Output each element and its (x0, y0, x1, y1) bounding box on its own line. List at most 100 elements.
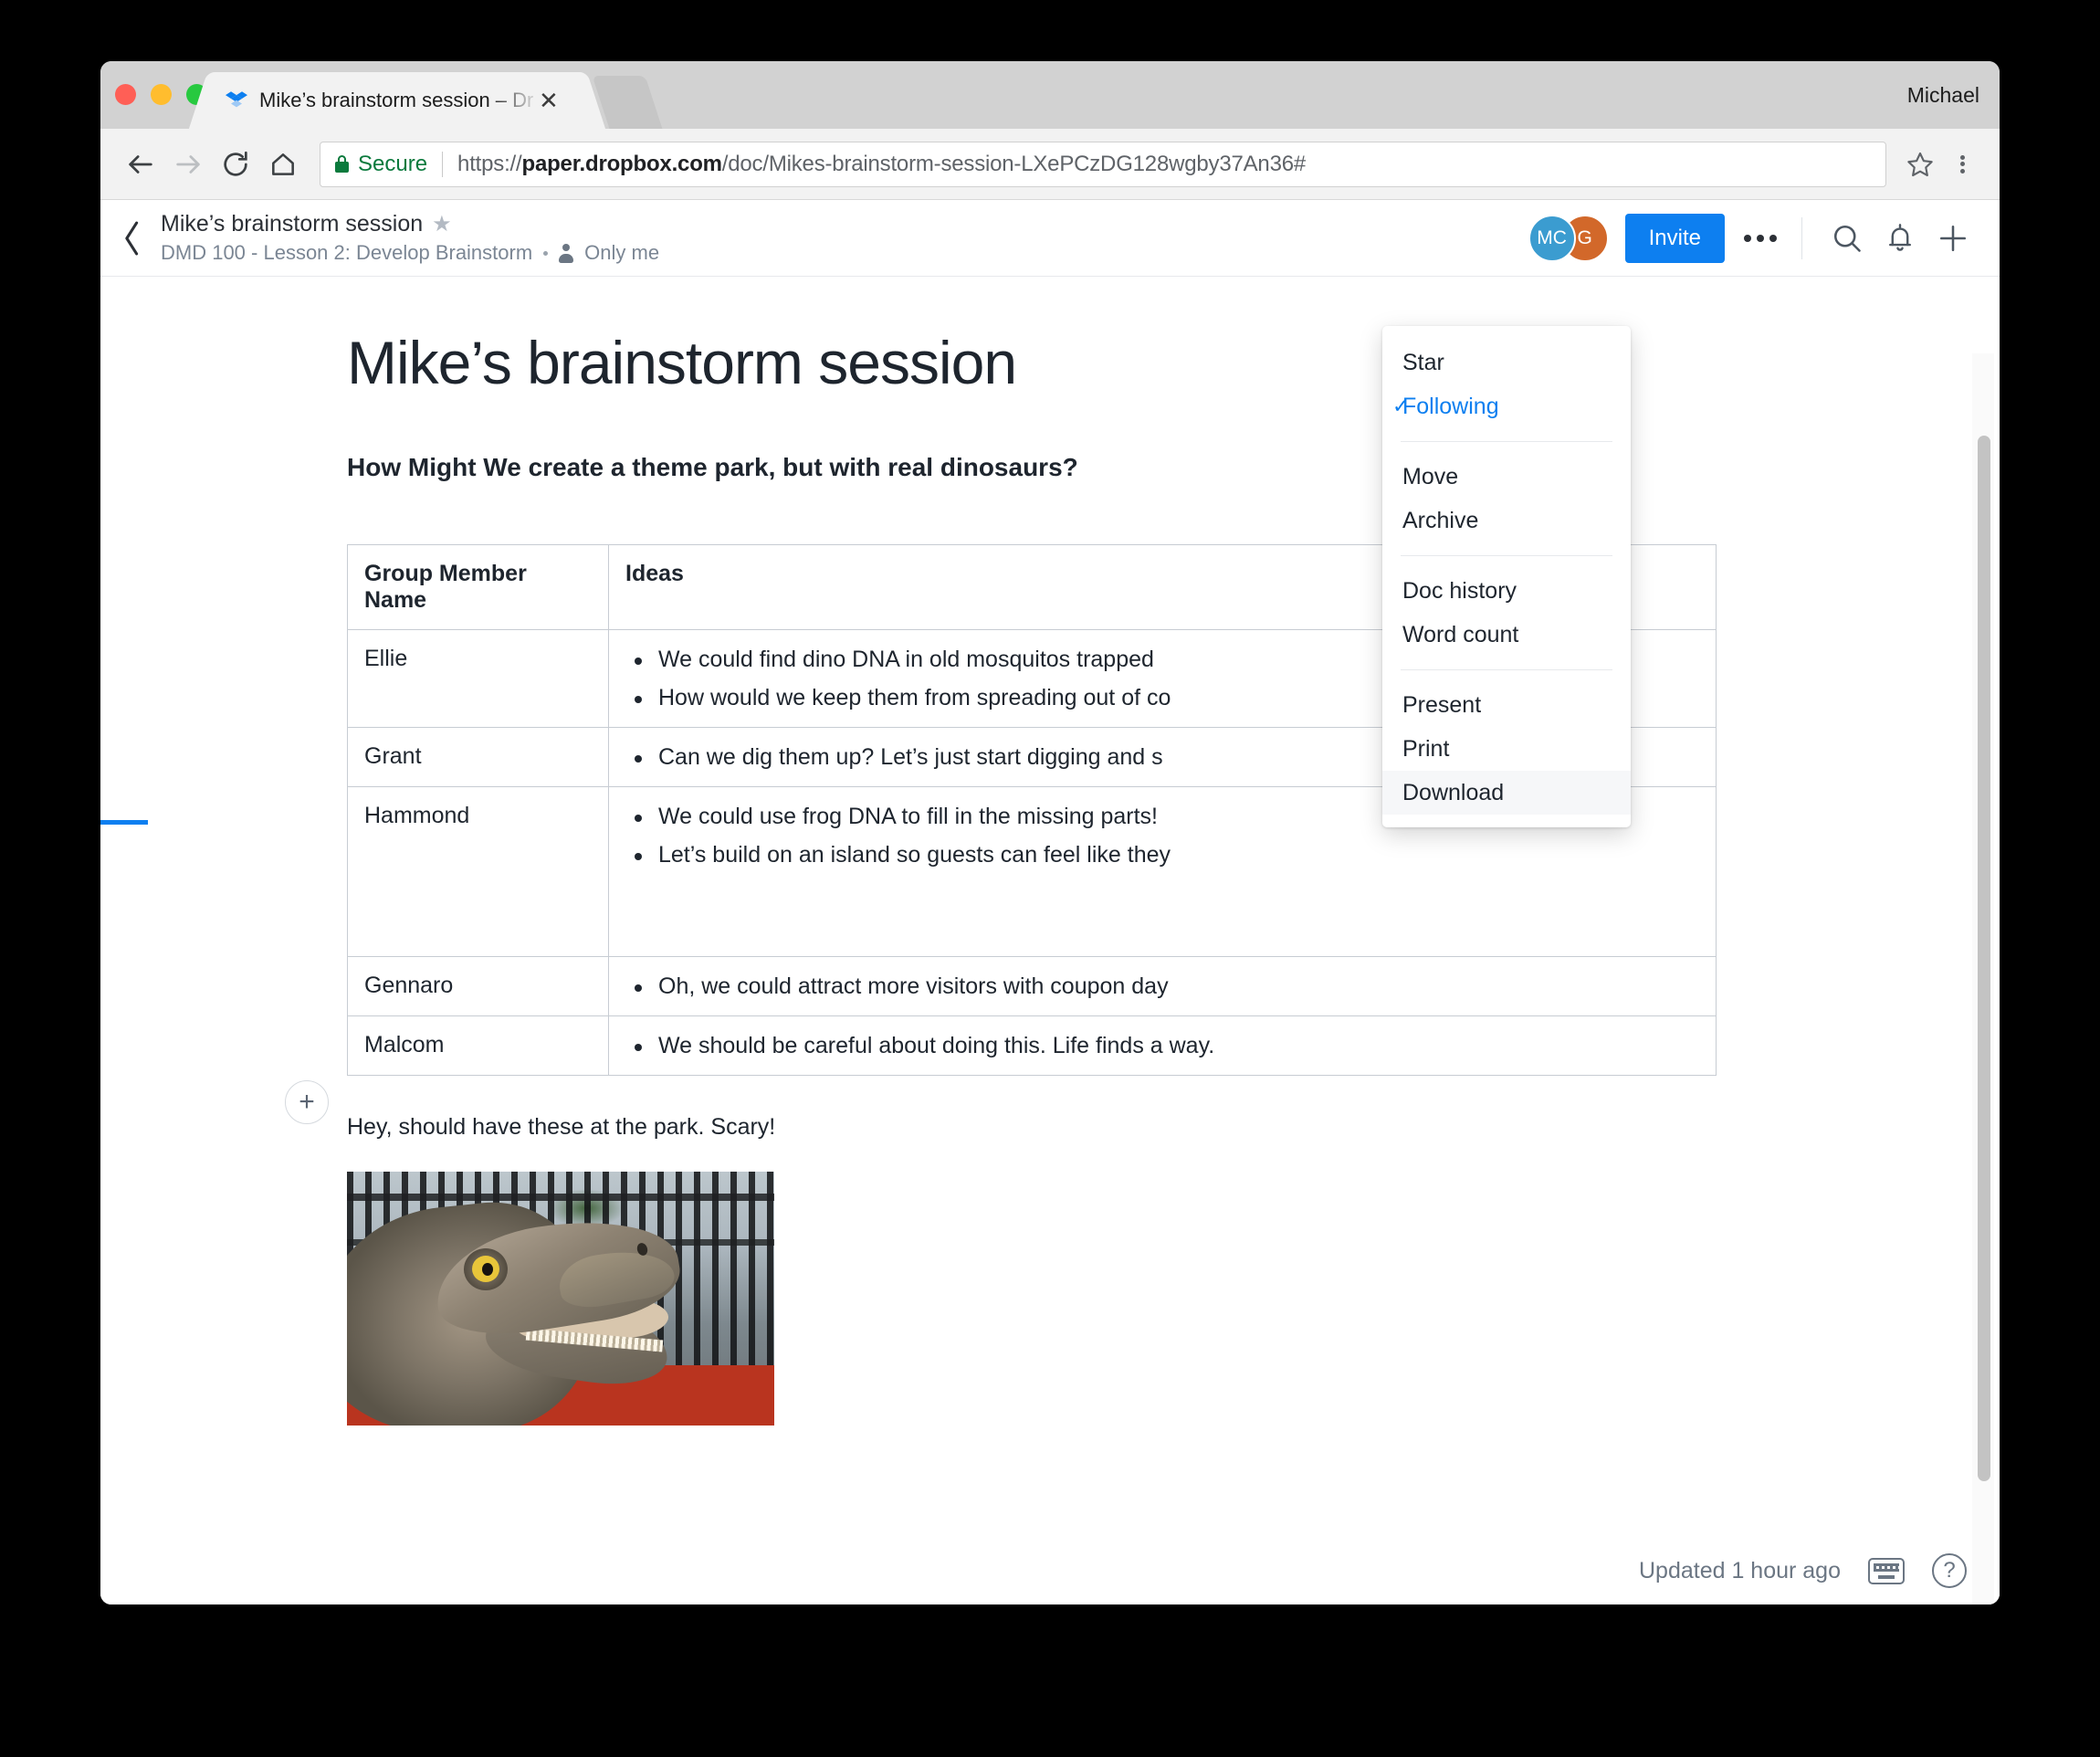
star-outline-icon[interactable] (1899, 143, 1941, 185)
last-updated-label: Updated 1 hour ago (1638, 1557, 1841, 1583)
table-column-header: Group Member Name (347, 543, 609, 630)
star-icon[interactable]: ★ (432, 213, 452, 236)
menu-item-print[interactable]: Print (1382, 727, 1631, 771)
person-icon (559, 243, 574, 263)
menu-item-label: Word count (1402, 621, 1519, 647)
more-options-button[interactable] (1734, 214, 1787, 263)
invite-button[interactable]: Invite (1624, 213, 1725, 263)
doc-breadcrumb: DMD 100 - Lesson 2: Develop Brainstorm O… (161, 241, 659, 265)
menu-item-label: Following (1402, 393, 1499, 419)
url-path: /doc/Mikes-brainstorm-session-LXePCzDG12… (721, 151, 1307, 176)
page-title[interactable]: Mike’s brainstorm session (347, 330, 2000, 396)
browser-tab-active[interactable]: Mike’s brainstorm session – Dro ✕ (210, 72, 584, 129)
close-icon[interactable]: ✕ (539, 89, 559, 112)
document-body: Mike’s brainstorm session How Might We c… (100, 277, 2000, 1426)
address-bar[interactable]: Secure https://paper.dropbox.com/doc/Mik… (320, 141, 1886, 187)
edge-marker (100, 820, 148, 825)
doc-title[interactable]: Mike’s brainstorm session (161, 211, 423, 237)
lock-icon (335, 155, 349, 173)
avatar-group: MC G (1528, 214, 1609, 262)
insert-content-button[interactable]: + (285, 1080, 329, 1124)
column-header-label: Group Member Name (364, 560, 527, 613)
divider (1801, 216, 1802, 259)
security-label: Secure (358, 151, 428, 176)
menu-item-star[interactable]: Star (1382, 341, 1631, 384)
menu-item-download[interactable]: Download (1382, 771, 1631, 815)
table-row[interactable]: Malcom We should be careful about doing t… (347, 1015, 1717, 1076)
table-cell-name[interactable]: Gennaro (347, 955, 609, 1016)
doc-header: Mike’s brainstorm session ★ DMD 100 - Le… (100, 200, 2000, 277)
idea-item: We should be careful about doing this. L… (625, 1032, 1697, 1059)
minimize-window-button[interactable] (151, 84, 172, 105)
kebab-menu-icon[interactable] (1941, 143, 1983, 185)
more-options-menu[interactable]: Star ✓ Following Move Archive Doc history Word… (1382, 326, 1631, 827)
menu-item-present[interactable]: Present (1382, 683, 1631, 727)
back-chevron-icon[interactable] (113, 220, 152, 257)
menu-item-label: Download (1402, 779, 1505, 805)
browser-toolbar: Secure https://paper.dropbox.com/doc/Mik… (100, 129, 2000, 200)
member-name: Hammond (364, 802, 470, 828)
menu-item-label: Star (1402, 349, 1444, 375)
divider (442, 151, 444, 177)
browser-window: Mike’s brainstorm session – Dro ✕ Michae… (100, 61, 2000, 1604)
paper-app: Mike’s brainstorm session ★ DMD 100 - Le… (100, 200, 2000, 1604)
menu-separator (1401, 669, 1612, 670)
idea-list: Oh, we could attract more visitors with … (625, 973, 1697, 1000)
sharing-status[interactable]: Only me (584, 241, 659, 265)
menu-item-archive[interactable]: Archive (1382, 499, 1631, 542)
folder-name[interactable]: DMD 100 - Lesson 2: Develop Brainstorm (161, 241, 532, 265)
menu-item-label: Present (1402, 691, 1482, 718)
member-name: Gennaro (364, 972, 454, 998)
search-icon[interactable] (1821, 212, 1874, 265)
table-cell-ideas[interactable]: Oh, we could attract more visitors with … (608, 955, 1717, 1016)
browser-tab-title: Mike’s brainstorm session – Dro (259, 89, 533, 111)
table-row[interactable]: Gennaro Oh, we could attract more visitor… (347, 955, 1717, 1016)
menu-item-word-count[interactable]: Word count (1382, 613, 1631, 657)
url-host: paper.dropbox.com (521, 151, 722, 176)
keyboard-shortcuts-icon[interactable] (1868, 1557, 1905, 1584)
table-cell-name[interactable]: Malcom (347, 1015, 609, 1076)
member-name: Grant (364, 742, 422, 769)
plus-icon[interactable] (1927, 212, 1979, 265)
table-cell-ideas[interactable]: We should be careful about doing this. L… (608, 1015, 1717, 1076)
reload-icon[interactable] (212, 141, 259, 188)
forward-arrow-icon (164, 141, 212, 188)
menu-item-label: Archive (1402, 507, 1479, 533)
table-cell-name[interactable]: Ellie (347, 628, 609, 728)
doc-status-bar: Updated 1 hour ago ? (1639, 1553, 1967, 1588)
menu-item-move[interactable]: Move (1382, 455, 1631, 499)
menu-item-following[interactable]: ✓ Following (1382, 384, 1631, 428)
dino-pupil (482, 1262, 493, 1276)
doc-title-row: Mike’s brainstorm session ★ (161, 211, 659, 237)
browser-tabstrip: Mike’s brainstorm session – Dro ✕ Michae… (100, 61, 2000, 129)
menu-separator (1401, 555, 1612, 556)
home-icon[interactable] (259, 141, 307, 188)
dinosaur-photo[interactable] (347, 1171, 774, 1426)
dropbox-favicon (225, 89, 248, 112)
vertical-scrollbar[interactable] (1972, 353, 1994, 1604)
document-canvas[interactable]: Mike’s brainstorm session How Might We c… (100, 277, 2000, 1604)
menu-item-label: Move (1402, 463, 1459, 489)
member-name: Malcom (364, 1031, 445, 1057)
close-window-button[interactable] (115, 84, 136, 105)
scrollbar-thumb[interactable] (1978, 436, 1990, 1481)
table-cell-name[interactable]: Grant (347, 726, 609, 787)
idea-item: Let’s build on an island so guests can f… (625, 841, 1697, 868)
avatar[interactable]: MC (1528, 214, 1576, 262)
window-traffic-lights (115, 84, 207, 105)
check-icon: ✓ (1392, 395, 1410, 417)
image-caption[interactable]: Hey, should have these at the park. Scar… (347, 1114, 2000, 1141)
idea-list: We should be careful about doing this. L… (625, 1032, 1697, 1059)
member-name: Ellie (364, 645, 408, 671)
window-user-label[interactable]: Michael (1907, 83, 1979, 108)
menu-separator (1401, 441, 1612, 442)
table-cell-name[interactable]: Hammond (347, 785, 609, 957)
back-arrow-icon[interactable] (117, 141, 164, 188)
doc-meta: Mike’s brainstorm session ★ DMD 100 - Le… (161, 211, 659, 265)
url-scheme: https:// (457, 151, 522, 176)
doc-header-actions: MC G Invite (1528, 212, 2000, 265)
menu-item-doc-history[interactable]: Doc history (1382, 569, 1631, 613)
bell-icon[interactable] (1874, 212, 1927, 265)
help-icon[interactable]: ? (1932, 1553, 1967, 1588)
document-subheading[interactable]: How Might We create a theme park, but wi… (347, 453, 2000, 482)
